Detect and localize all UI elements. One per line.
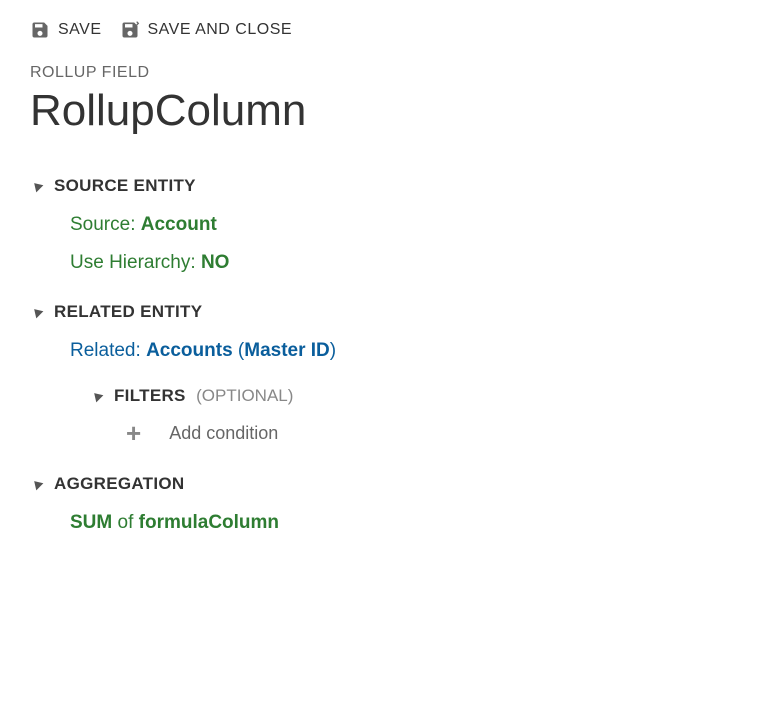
section-title-related-entity: RELATED ENTITY (54, 302, 202, 322)
collapse-toggle-icon (31, 306, 44, 319)
page-title: RollupColumn (30, 86, 750, 136)
section-aggregation: AGGREGATION SUM of formulaColumn (30, 474, 750, 534)
aggregation-of: of (118, 512, 134, 533)
related-value: Accounts (146, 340, 233, 361)
save-icon (30, 20, 50, 40)
aggregation-field: formulaColumn (139, 512, 279, 533)
section-header-source-entity[interactable]: SOURCE ENTITY (30, 176, 750, 196)
section-title-filters: FILTERS (114, 386, 186, 405)
section-related-entity: RELATED ENTITY Related: Accounts (Master… (30, 302, 750, 446)
save-close-icon (120, 20, 140, 40)
subsection-body-filters: + Add condition (90, 420, 750, 446)
save-button-label: SAVE (58, 21, 102, 39)
section-title-source-entity: SOURCE ENTITY (54, 176, 196, 196)
collapse-toggle-icon (31, 180, 44, 193)
related-paren-close: ) (330, 340, 336, 361)
field-type-label: ROLLUP FIELD (30, 64, 750, 82)
source-entity-row[interactable]: Source: Account (70, 214, 750, 236)
section-body-related-entity: Related: Accounts (Master ID) FILTERS (O… (30, 340, 750, 446)
subsection-filters: FILTERS (OPTIONAL) + Add condition (70, 386, 750, 446)
collapse-toggle-icon (31, 478, 44, 491)
toolbar: SAVE SAVE AND CLOSE (30, 20, 750, 40)
collapse-toggle-icon (91, 390, 104, 403)
aggregation-function: SUM (70, 512, 112, 533)
source-label: Source: (70, 214, 135, 235)
section-header-aggregation[interactable]: AGGREGATION (30, 474, 750, 494)
section-title-aggregation: AGGREGATION (54, 474, 185, 494)
related-label: Related: (70, 340, 141, 361)
section-body-aggregation: SUM of formulaColumn (30, 512, 750, 534)
related-meta: Master ID (244, 340, 330, 361)
save-and-close-button[interactable]: SAVE AND CLOSE (120, 20, 293, 40)
section-header-filters[interactable]: FILTERS (OPTIONAL) (90, 386, 750, 406)
save-button[interactable]: SAVE (30, 20, 102, 40)
plus-icon: + (126, 420, 141, 446)
section-source-entity: SOURCE ENTITY Source: Account Use Hierar… (30, 176, 750, 274)
hierarchy-value: NO (201, 252, 230, 273)
add-condition-label: Add condition (169, 423, 278, 444)
aggregation-row[interactable]: SUM of formulaColumn (70, 512, 750, 534)
use-hierarchy-row[interactable]: Use Hierarchy: NO (70, 252, 750, 274)
save-close-button-label: SAVE AND CLOSE (148, 21, 293, 39)
source-value: Account (141, 214, 217, 235)
section-header-related-entity[interactable]: RELATED ENTITY (30, 302, 750, 322)
section-title-filters-suffix: (OPTIONAL) (196, 386, 293, 405)
add-condition-button[interactable]: + Add condition (126, 420, 750, 446)
related-entity-row[interactable]: Related: Accounts (Master ID) (70, 340, 750, 362)
section-body-source-entity: Source: Account Use Hierarchy: NO (30, 214, 750, 274)
hierarchy-label: Use Hierarchy: (70, 252, 196, 273)
